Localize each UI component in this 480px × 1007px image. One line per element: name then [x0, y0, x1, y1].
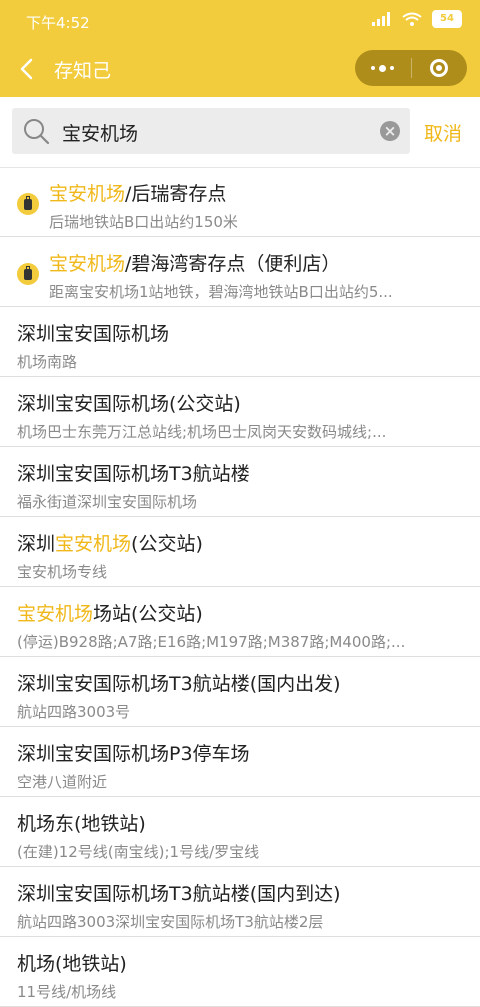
result-subtitle: 宝安机场专线	[17, 563, 108, 581]
result-item[interactable]: 机场(地铁站) 11号线/机场线	[0, 937, 480, 1007]
result-subtitle: (停运)B928路;A7路;E16路;M197路;M387路;M400路;...	[17, 633, 406, 651]
result-title: 宝安机场场站(公交站)	[17, 599, 203, 626]
target-icon	[430, 59, 449, 77]
result-title-text: 深圳宝安国际机场T3航站楼(国内到达)	[17, 883, 341, 905]
result-title: 机场(地铁站)	[17, 949, 127, 976]
result-item[interactable]: 宝安机场/后瑞寄存点后瑞地铁站B口出站约150米	[0, 167, 480, 237]
result-title: 宝安机场/碧海湾寄存点（便利店）	[49, 249, 340, 276]
search-icon	[24, 119, 50, 145]
result-item[interactable]: 深圳宝安国际机场T3航站楼(国内到达) 航站四路3003深圳宝安国际机场T3航站楼…	[0, 867, 480, 937]
page-title: 存知己	[54, 60, 112, 82]
result-item[interactable]: 深圳宝安国际机场T3航站楼福永街道深圳宝安国际机场	[0, 447, 480, 517]
result-title-text: 深圳宝安国际机场	[17, 323, 170, 345]
result-item[interactable]: 宝安机场/碧海湾寄存点（便利店） 距离宝安机场1站地铁，碧海湾地铁站B口出站约5.…	[0, 237, 480, 307]
result-title: 宝安机场/后瑞寄存点	[49, 179, 226, 206]
chevron-left-icon	[20, 58, 33, 80]
search-input[interactable]: 宝安机场	[62, 119, 138, 146]
clear-icon[interactable]: ×	[380, 121, 400, 141]
result-item[interactable]: 深圳宝安机场(公交站) 宝安机场专线	[0, 517, 480, 587]
result-title-text: 深圳宝安国际机场P3停车场	[17, 743, 250, 765]
result-title-prefix: 深圳	[17, 533, 56, 555]
result-title: 深圳宝安机场(公交站)	[17, 529, 203, 556]
nav-bar: 存知己	[0, 44, 480, 96]
result-subtitle: 航站四路3003深圳宝安国际机场T3航站楼2层	[17, 913, 324, 931]
status-time: 下午4:52	[26, 14, 90, 32]
cancel-button[interactable]: 取消	[424, 119, 462, 146]
search-area: 宝安机场 × 取消	[0, 97, 480, 168]
result-title-highlight: 宝安机场	[49, 183, 126, 205]
result-title-rest: /后瑞寄存点	[125, 183, 227, 205]
result-item[interactable]: 深圳宝安国际机场(公交站) 机场巴士东莞万江总站线;机场巴士凤岗天安数码城线;..…	[0, 377, 480, 447]
result-title: 深圳宝安国际机场T3航站楼(国内到达)	[17, 879, 341, 906]
result-subtitle: 距离宝安机场1站地铁，碧海湾地铁站B口出站约5...	[49, 283, 393, 301]
result-title-rest: (公交站)	[131, 533, 203, 555]
result-item[interactable]: 深圳宝安国际机场T3航站楼(国内出发) 航站四路3003号	[0, 657, 480, 727]
result-title-highlight: 宝安机场	[55, 533, 132, 555]
result-title: 深圳宝安国际机场(公交站)	[17, 389, 241, 416]
status-icons: 54	[372, 10, 462, 28]
mini-program-capsule	[355, 50, 467, 86]
result-title: 深圳宝安国际机场T3航站楼(国内出发)	[17, 669, 341, 696]
result-subtitle: (在建)12号线(南宝线);1号线/罗宝线	[17, 843, 260, 861]
wifi-icon	[402, 12, 422, 26]
result-subtitle: 航站四路3003号	[17, 703, 131, 721]
more-button[interactable]	[355, 50, 411, 86]
result-title-text: 深圳宝安国际机场(公交站)	[17, 393, 241, 415]
result-title-highlight: 宝安机场	[17, 603, 94, 625]
result-title: 机场东(地铁站)	[17, 809, 146, 836]
result-item[interactable]: 宝安机场场站(公交站) (停运)B928路;A7路;E16路;M197路;M387…	[0, 587, 480, 657]
back-button[interactable]	[14, 54, 40, 84]
result-subtitle: 福永街道深圳宝安国际机场	[17, 493, 198, 511]
result-title-highlight: 宝安机场	[49, 253, 126, 275]
results-list: 宝安机场/后瑞寄存点 后瑞地铁站B口出站约150米 宝安机场/碧海湾寄存点（便利店）…	[0, 167, 480, 1007]
result-title-text: 机场(地铁站)	[17, 953, 127, 975]
result-title-text: 深圳宝安国际机场T3航站楼	[17, 463, 250, 485]
result-title-rest: /碧海湾寄存点（便利店）	[125, 253, 341, 275]
result-title: 深圳宝安国际机场P3停车场	[17, 739, 250, 766]
result-item[interactable]: 机场东(地铁站) (在建)12号线(南宝线);1号线/罗宝线	[0, 797, 480, 867]
search-box[interactable]: 宝安机场 ×	[12, 108, 410, 154]
luggage-pin-icon	[17, 193, 39, 215]
result-subtitle: 机场巴士东莞万江总站线;机场巴士凤岗天安数码城线;...	[17, 423, 387, 441]
header: 下午4:52 54 存知己	[0, 0, 480, 97]
result-title-text: 机场东(地铁站)	[17, 813, 146, 835]
result-title-rest: 场站(公交站)	[93, 603, 203, 625]
luggage-pin-icon	[17, 263, 39, 285]
result-item[interactable]: 深圳宝安国际机场机场南路	[0, 307, 480, 377]
result-subtitle: 后瑞地铁站B口出站约150米	[49, 213, 238, 231]
result-title-text: 深圳宝安国际机场T3航站楼(国内出发)	[17, 673, 341, 695]
result-title: 深圳宝安国际机场T3航站楼	[17, 459, 250, 486]
more-dots-icon	[371, 64, 395, 72]
battery-indicator: 54	[432, 10, 462, 28]
result-subtitle: 空港八道附近	[17, 773, 108, 791]
result-subtitle: 机场南路	[17, 353, 78, 371]
close-button[interactable]	[411, 50, 467, 86]
signal-bars-icon	[372, 12, 390, 26]
result-item[interactable]: 深圳宝安国际机场P3停车场空港八道附近	[0, 727, 480, 797]
status-bar: 下午4:52 54	[0, 0, 480, 40]
result-title: 深圳宝安国际机场	[17, 319, 169, 346]
